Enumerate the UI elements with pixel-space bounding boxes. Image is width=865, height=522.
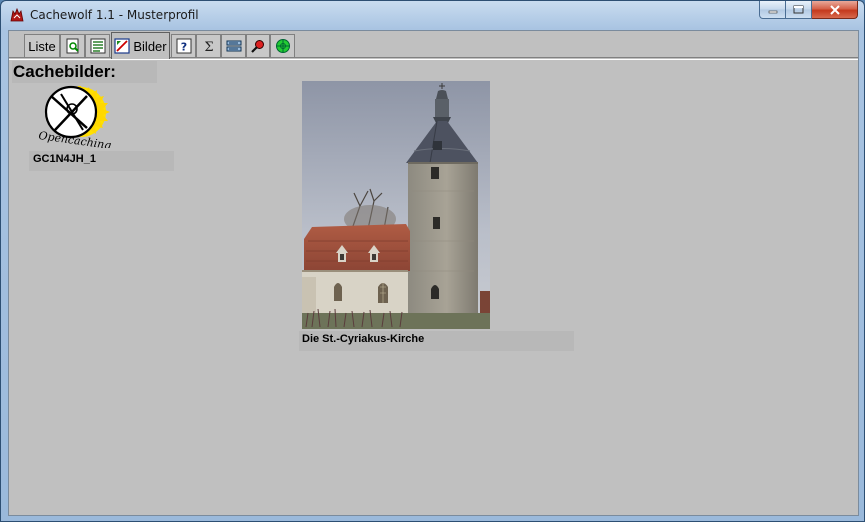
- description-icon: [90, 38, 105, 54]
- calculator-icon: Σ: [204, 40, 213, 54]
- hints-icon: ?: [176, 38, 191, 54]
- tab-details[interactable]: [60, 34, 85, 57]
- minimize-button[interactable]: [759, 1, 786, 19]
- close-button[interactable]: [812, 1, 858, 19]
- section-title: Cachebilder:: [13, 62, 116, 81]
- tab-search[interactable]: [246, 34, 270, 57]
- tab-goto[interactable]: [270, 34, 295, 57]
- pictures-icon: [114, 38, 130, 54]
- notes-icon: [226, 40, 241, 52]
- svg-text:?: ?: [180, 41, 186, 54]
- details-icon: [66, 38, 79, 54]
- client-area: Liste Bilder ? Σ Cachebilder: Opencachin…: [8, 30, 859, 516]
- cachewolf-app-icon: [10, 7, 24, 22]
- tab-notes[interactable]: [221, 34, 246, 57]
- tab-bilder[interactable]: Bilder: [111, 32, 170, 59]
- search-icon: [251, 40, 264, 53]
- caption-buttons: [759, 1, 858, 20]
- window-title: Cachewolf 1.1 - Musterprofil: [30, 8, 199, 22]
- tab-liste[interactable]: Liste: [24, 34, 60, 57]
- maximize-icon: [793, 5, 804, 14]
- image-caption-church: Die St.-Cyriakus-Kirche: [302, 333, 425, 345]
- minimize-icon: [768, 10, 777, 13]
- image-caption-logo: GC1N4JH_1: [33, 153, 96, 165]
- tab-hints[interactable]: ?: [171, 34, 196, 57]
- church-photo-image[interactable]: [302, 81, 490, 329]
- tab-bar: Liste Bilder ? Σ: [9, 31, 858, 59]
- close-icon: [829, 4, 840, 15]
- svg-text:Σ: Σ: [204, 40, 213, 54]
- title-bar[interactable]: Cachewolf 1.1 - Musterprofil: [1, 1, 864, 30]
- goto-icon: [275, 39, 290, 53]
- tab-liste-label: Liste: [28, 38, 56, 54]
- pictures-panel: Cachebilder: Opencaching GC1N4JH_1 Die S…: [9, 59, 858, 515]
- app-window: Cachewolf 1.1 - Musterprofil Liste Bilde…: [0, 0, 865, 522]
- tab-bilder-label: Bilder: [133, 38, 167, 54]
- opencaching-logo-image[interactable]: Opencaching: [33, 84, 115, 148]
- maximize-button[interactable]: [786, 1, 812, 19]
- tab-description[interactable]: [85, 34, 110, 57]
- tab-calculator[interactable]: Σ: [196, 34, 221, 57]
